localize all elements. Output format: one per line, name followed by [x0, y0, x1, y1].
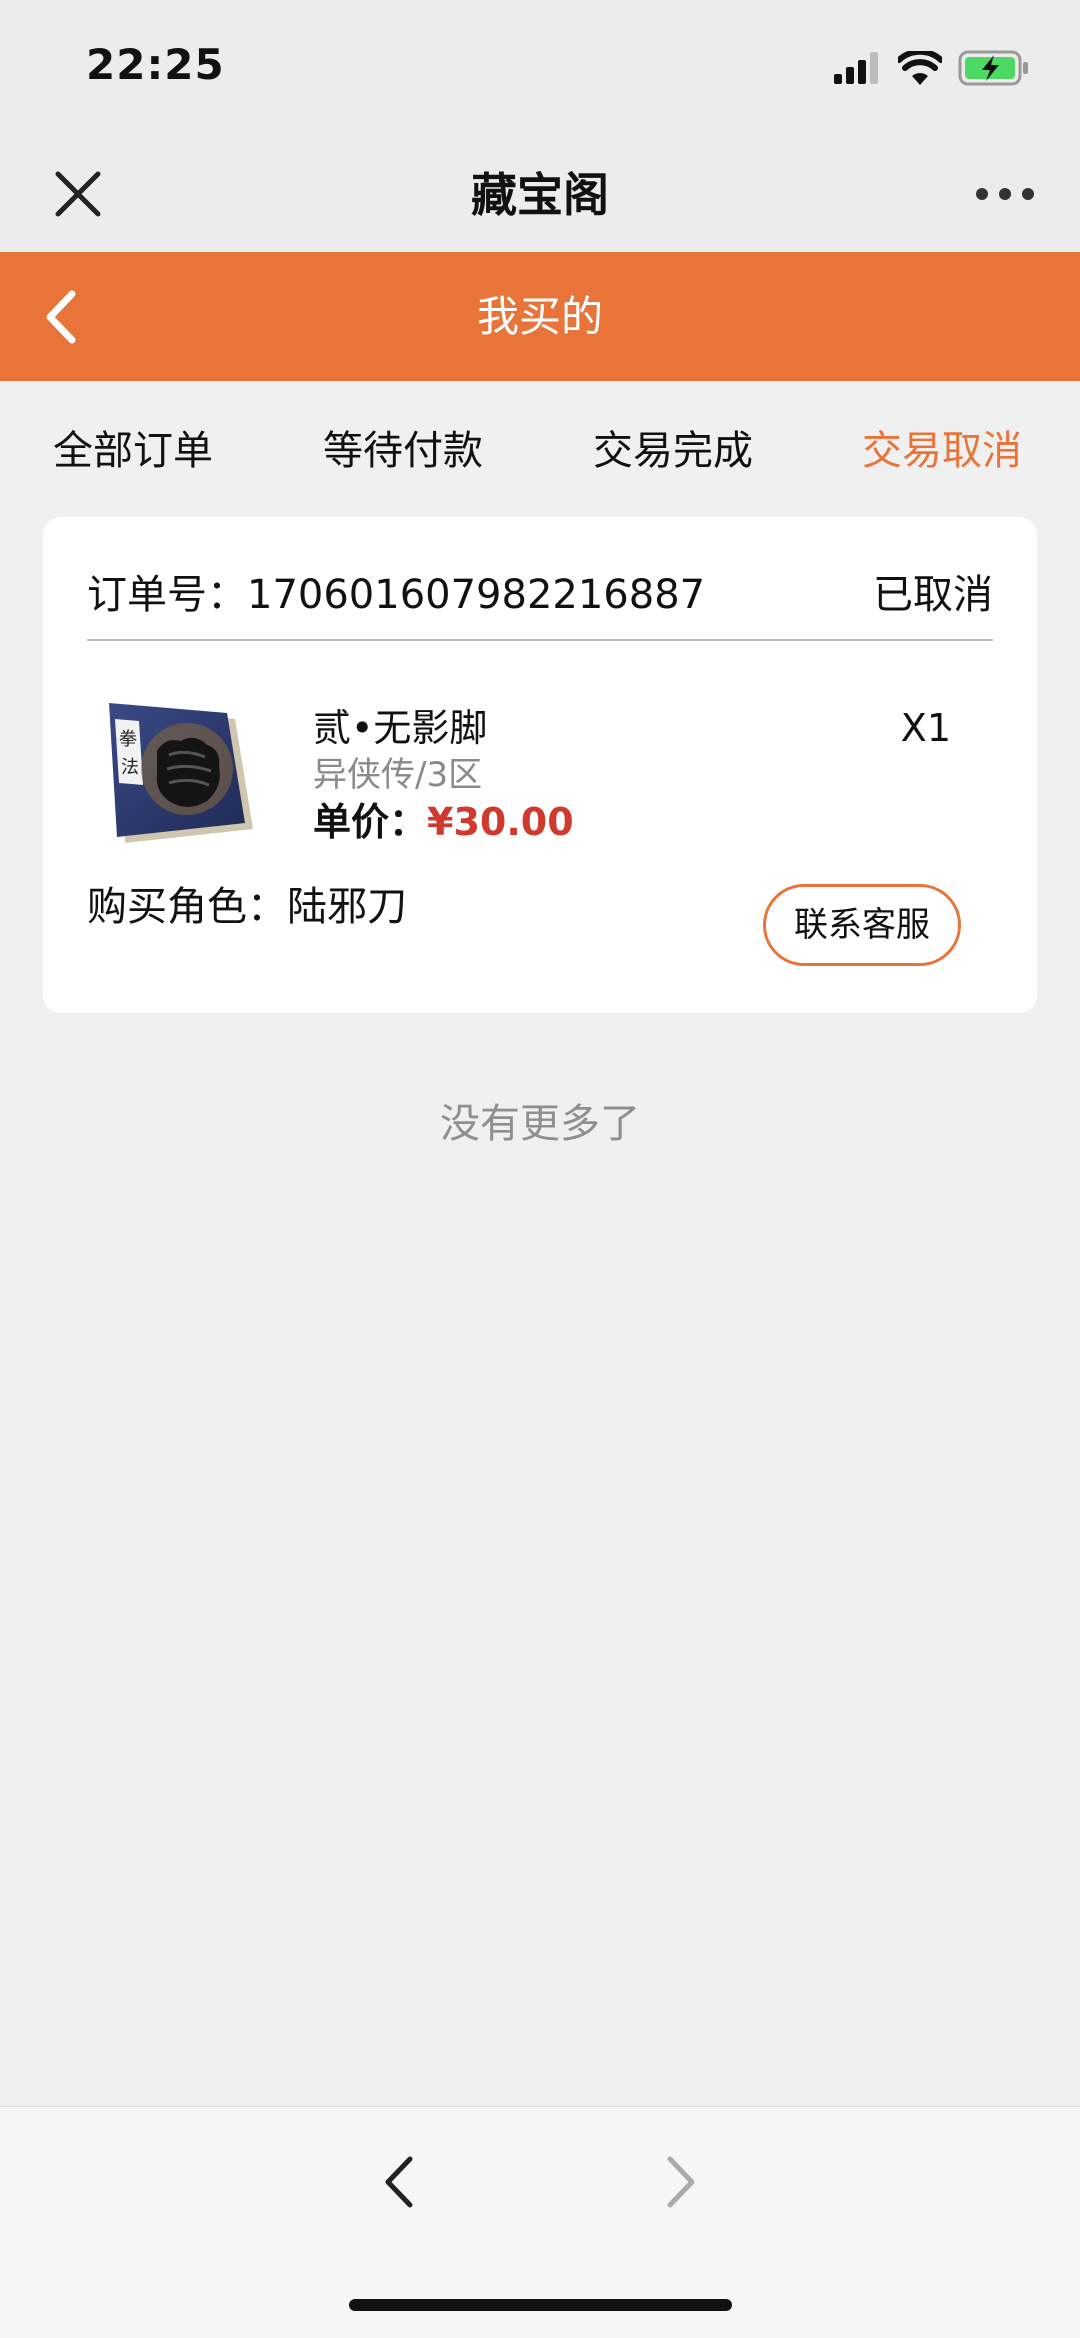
wifi-icon: [898, 51, 942, 85]
tab-awaiting-payment[interactable]: 等待付款: [323, 423, 483, 479]
contact-support-button[interactable]: 联系客服: [763, 884, 961, 966]
back-button[interactable]: [30, 282, 100, 352]
thumb-text-1: 拳: [119, 729, 137, 750]
martial-arts-book-icon: 拳 法: [109, 703, 253, 843]
section-title: 我买的: [476, 292, 603, 341]
nav-bar: 藏宝阁: [0, 140, 1080, 252]
section-header: 我买的: [0, 252, 1080, 381]
battery-charging-icon: [958, 50, 1028, 86]
item-price-row: 单价：¥30.00: [313, 795, 574, 849]
item-thumbnail: 拳 法: [95, 697, 255, 847]
tab-all-orders[interactable]: 全部订单: [53, 423, 213, 479]
signal-icon: [834, 52, 878, 84]
more-button[interactable]: [970, 164, 1040, 224]
chevron-right-icon: [667, 2156, 695, 2208]
item-name: 贰•无影脚: [313, 706, 488, 750]
tab-completed[interactable]: 交易完成: [593, 423, 753, 479]
price-label: 单价：: [313, 800, 428, 844]
order-number: 订单号：170601607982216887: [87, 565, 705, 625]
buyer-label: 购买角色：: [87, 884, 287, 930]
status-time: 22:25: [86, 40, 225, 89]
more-icon: [976, 188, 1034, 200]
item-price: ¥30.00: [427, 800, 574, 844]
chevron-left-icon: [385, 2156, 413, 2208]
order-status: 已取消: [873, 572, 993, 618]
item-server: 异侠传/3区: [313, 755, 483, 795]
order-number-label: 订单号：: [87, 572, 247, 618]
order-card: 订单号：170601607982216887 已取消 拳 法 贰•无影脚 异侠传…: [43, 517, 1037, 1013]
status-icons: [834, 48, 1030, 88]
no-more-text: 没有更多了: [440, 1101, 640, 1147]
browser-back-button[interactable]: [370, 2147, 430, 2217]
page-title: 藏宝阁: [471, 168, 609, 222]
chevron-left-icon: [46, 290, 76, 344]
tab-cancelled[interactable]: 交易取消: [862, 423, 1022, 479]
home-indicator: [349, 2299, 732, 2311]
order-number-value: 170601607982216887: [247, 572, 706, 618]
bottom-toolbar: [0, 2106, 1080, 2338]
buyer-name: 陆邪刀: [287, 884, 407, 930]
thumb-text-2: 法: [121, 757, 139, 778]
buyer-info: 购买角色：陆邪刀: [87, 879, 407, 935]
order-tabs: 全部订单 等待付款 交易完成 交易取消: [0, 381, 1080, 517]
item-quantity: X1: [900, 706, 951, 750]
browser-forward-button[interactable]: [650, 2147, 710, 2217]
status-bar: 22:25: [0, 0, 1080, 140]
order-header: 订单号：170601607982216887 已取消: [87, 565, 993, 641]
